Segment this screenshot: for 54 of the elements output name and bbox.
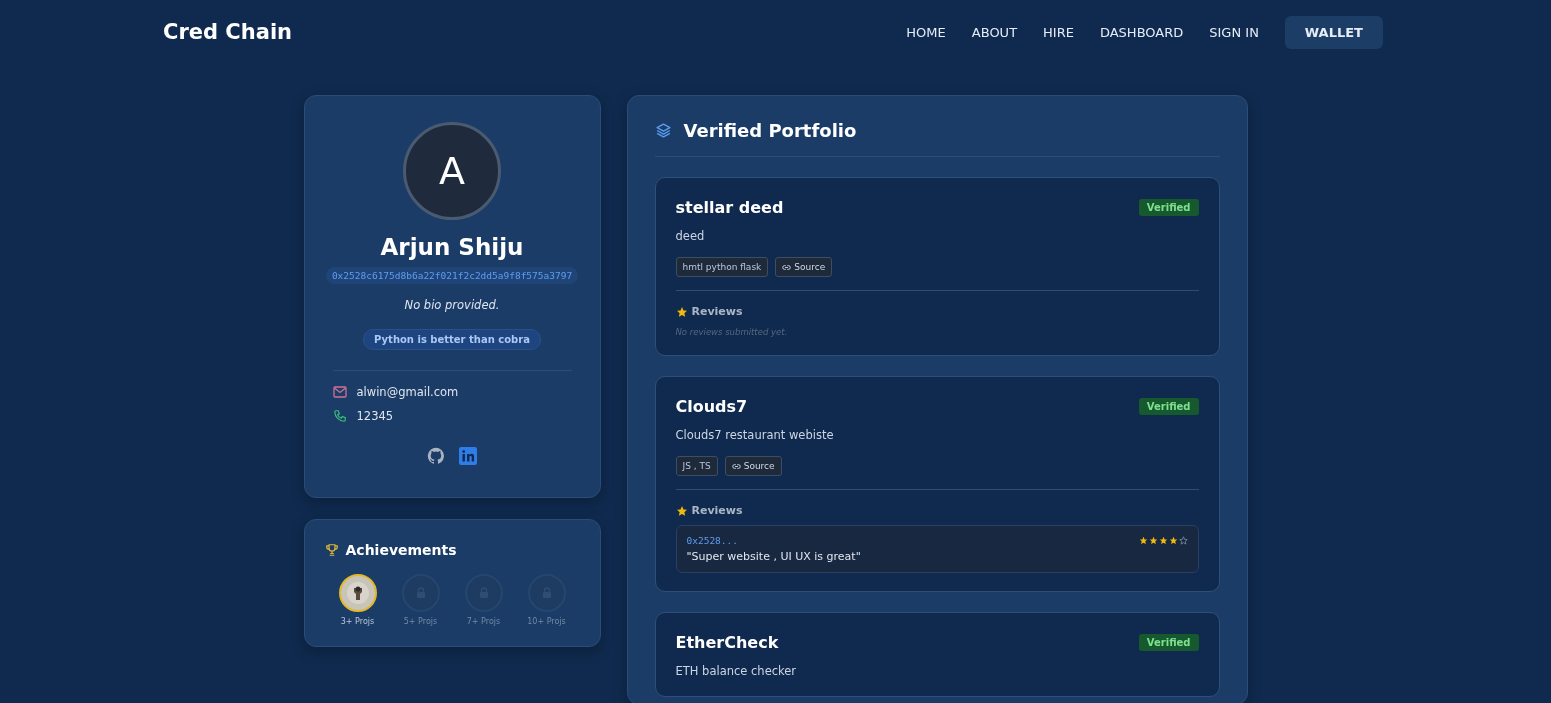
portfolio-title: Verified Portfolio: [683, 120, 857, 141]
source-link[interactable]: Source: [775, 257, 833, 277]
badge-label: 7+ Projs: [466, 617, 501, 626]
badge-label: 10+ Projs: [527, 617, 566, 626]
wallet-address: 0x2528c6175d8b6a22f021f2c2dd5a9f8f575a3797: [325, 267, 579, 284]
project-title: EtherCheck: [675, 633, 779, 652]
tech-tag: JS , TS: [675, 456, 718, 476]
reviews-title: Reviews: [691, 305, 743, 318]
github-icon[interactable]: [427, 447, 445, 465]
project-title: stellar deed: [675, 198, 784, 217]
project-description: ETH balance checker: [675, 664, 798, 678]
verified-tag: Verified: [1138, 199, 1199, 216]
wallet-button[interactable]: WALLET: [1284, 15, 1383, 49]
achievements-title: Achievements: [345, 542, 457, 558]
reviews-title: Reviews: [691, 504, 743, 517]
linkedin-icon[interactable]: [459, 447, 477, 465]
nav-link[interactable]: DASHBOARD: [1099, 24, 1184, 40]
layers-icon: [654, 122, 672, 139]
tech-tag: hmtl python flask: [675, 257, 769, 277]
star-icon: [675, 504, 688, 517]
review-text: "Super website , UI UX is great": [686, 550, 862, 563]
link-icon: [731, 461, 741, 471]
badge-label: 5+ Projs: [403, 617, 438, 626]
brand-logo[interactable]: Cred Chain: [163, 20, 293, 44]
bio-text: No bio provided.: [404, 298, 500, 312]
medal-icon: [345, 581, 370, 605]
nav-link[interactable]: SIGN IN: [1209, 24, 1259, 40]
source-link[interactable]: Source: [724, 456, 782, 476]
project-description: Clouds7 restaurant webiste: [675, 428, 835, 442]
email-text: alwin@gmail.com: [356, 385, 459, 399]
mail-icon: [332, 386, 347, 398]
badge-label: 3+ Projs: [340, 617, 375, 626]
star-icon: [1178, 536, 1188, 545]
tagline-tag: Python is better than cobra: [363, 329, 541, 350]
nav-link[interactable]: HIRE: [1043, 24, 1074, 40]
avatar: A: [403, 122, 501, 220]
star-icon: [1158, 536, 1168, 545]
trophy-icon: [324, 543, 339, 557]
verified-tag: Verified: [1138, 398, 1199, 415]
empty-reviews-text: No reviews submitted yet.: [675, 327, 789, 337]
project-description: deed: [675, 229, 706, 243]
nav-link[interactable]: ABOUT: [971, 24, 1018, 40]
phone-text: 12345: [356, 409, 394, 423]
phone-icon: [332, 409, 347, 423]
review-author: 0x2528...: [686, 535, 738, 546]
star-icon: [675, 305, 688, 318]
project-title: Clouds7: [675, 397, 748, 416]
verified-tag: Verified: [1138, 634, 1199, 651]
star-icon: [1148, 536, 1158, 545]
star-icon: [1138, 536, 1148, 545]
profile-name: Arjun Shiju: [380, 234, 524, 260]
star-icon: [1168, 536, 1178, 545]
link-icon: [782, 262, 792, 272]
nav-link[interactable]: HOME: [906, 24, 946, 40]
